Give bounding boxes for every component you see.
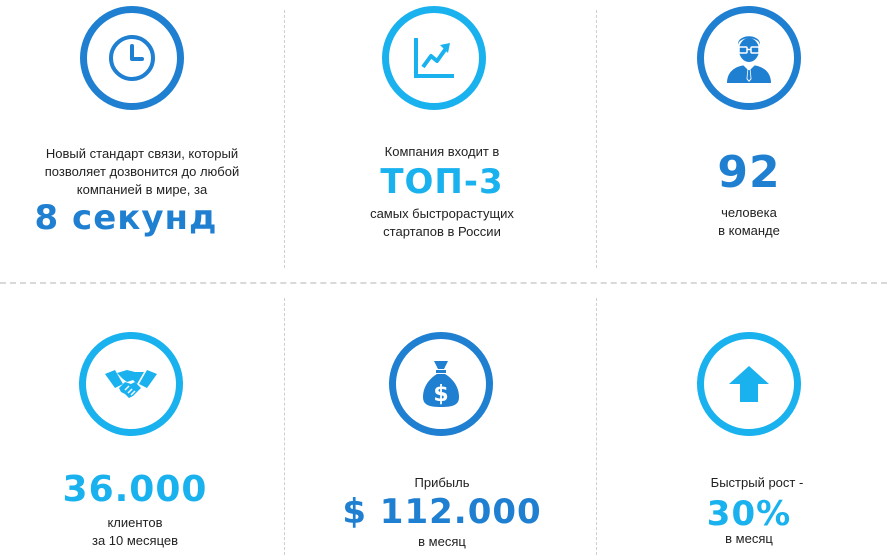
stat-growth-line1: в месяц [725,531,773,546]
column-divider [596,298,597,555]
column-divider [596,10,597,268]
stat-rank-value: ТОП-3 [380,162,504,202]
stat-speed-line2: позволяет дозвонится до любой [44,164,240,179]
stat-rank-line1: самых быстрорастущих [370,206,514,221]
stat-team: 92 человека в команде [604,0,887,280]
stat-clients-line2: за 10 месяцев [91,533,179,548]
stat-profit-line1: в месяц [418,534,466,549]
stat-profit-value: $ 112.000 [342,492,542,532]
stat-rank-top: Компания входит в [384,144,500,159]
stat-rank: Компания входит в ТОП-3 самых быстрораст… [297,0,587,280]
stat-clients-line1: клиентов [107,515,163,530]
stat-team-line1: человека [721,205,777,220]
row-divider [0,282,887,284]
stat-profit: Прибыль $ 112.000 в месяц [297,290,587,555]
stat-team-line2: в команде [718,223,780,238]
stat-team-value: 92 [717,147,781,198]
column-divider [284,10,285,268]
stat-speed-value: 8 секунд [34,198,218,238]
stat-speed: Новый стандарт связи, который позволяет … [0,0,284,280]
stat-clients: 36.000 клиентов за 10 месяцев [0,290,280,555]
column-divider [284,298,285,555]
stat-growth: Быстрый рост - 30% в месяц [604,290,887,555]
stat-clients-value: 36.000 [62,469,208,510]
stat-rank-line2: стартапов в России [383,224,501,239]
stat-speed-line1: Новый стандарт связи, который [45,146,239,161]
stat-growth-top: Быстрый рост - [710,475,804,490]
